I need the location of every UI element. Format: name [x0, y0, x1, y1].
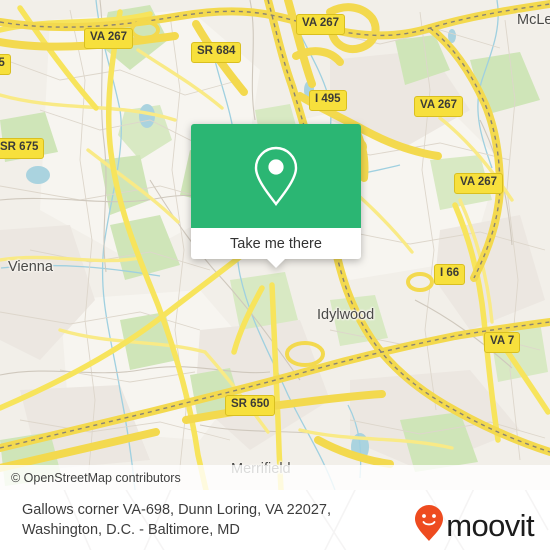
moovit-logo[interactable]: moovit: [414, 504, 535, 547]
moovit-map-screenshot: .land { fill:#f2efe9; } .light { fill:#f…: [0, 0, 550, 550]
road-shield-va-267-southeast[interactable]: VA 267: [454, 173, 504, 194]
map-attribution-bar: © OpenStreetMap contributors: [0, 465, 550, 490]
road-shield-sr-675[interactable]: SR 675: [0, 138, 45, 159]
road-shield-va-7[interactable]: VA 7: [484, 332, 521, 353]
take-me-there-label: Take me there: [230, 235, 322, 252]
road-shield-i-75-clipped[interactable]: 75: [0, 54, 11, 75]
footer-bar: Gallows corner VA-698, Dunn Loring, VA 2…: [0, 490, 550, 550]
road-shield-va-267-north[interactable]: VA 267: [296, 14, 346, 35]
popup-pointer-tail: [266, 258, 286, 268]
road-shield-sr-684[interactable]: SR 684: [191, 42, 242, 63]
map-canvas[interactable]: .land { fill:#f2efe9; } .light { fill:#f…: [0, 0, 550, 490]
road-shield-i-66[interactable]: I 66: [434, 264, 466, 285]
map-pin-icon: [252, 145, 300, 207]
location-popup-card[interactable]: Take me there: [191, 124, 361, 268]
location-address: Gallows corner VA-698, Dunn Loring, VA 2…: [0, 500, 331, 540]
road-shield-va-267-east[interactable]: VA 267: [414, 96, 464, 117]
take-me-there-button[interactable]: Take me there: [191, 228, 361, 259]
moovit-wordmark: moovit: [446, 508, 534, 543]
popup-marker-panel: [191, 124, 361, 228]
openstreetmap-attribution[interactable]: © OpenStreetMap contributors: [0, 471, 181, 485]
road-shield-i-495[interactable]: I 495: [309, 90, 347, 111]
address-line-1: Gallows corner VA-698, Dunn Loring, VA 2…: [22, 502, 331, 518]
address-line-2: Washington, D.C. - Baltimore, MD: [22, 522, 240, 538]
road-shield-sr-650[interactable]: SR 650: [225, 395, 276, 416]
moovit-smiley-pin-icon: [414, 504, 444, 547]
road-shield-va-267-northwest[interactable]: VA 267: [84, 28, 134, 49]
